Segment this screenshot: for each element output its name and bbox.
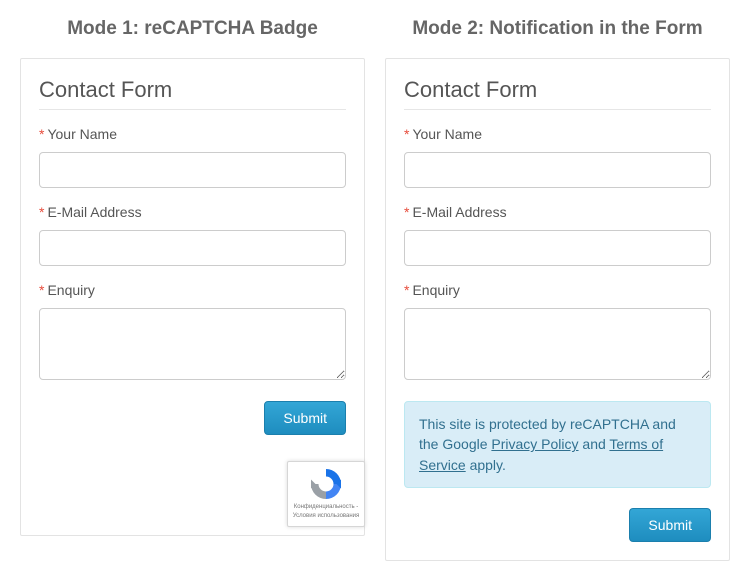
- mode1-enquiry-field: *Enquiry: [39, 282, 346, 385]
- mode1-enquiry-textarea[interactable]: [39, 308, 346, 380]
- mode2-name-field: *Your Name: [404, 126, 711, 188]
- mode1-column: Mode 1: reCAPTCHA Badge Contact Form *Yo…: [20, 0, 365, 561]
- required-mark: *: [404, 282, 409, 298]
- label-text: Your Name: [47, 126, 117, 142]
- mode2-email-field: *E-Mail Address: [404, 204, 711, 266]
- mode2-column: Mode 2: Notification in the Form Contact…: [385, 0, 730, 561]
- mode1-email-label: *E-Mail Address: [39, 204, 346, 220]
- mode2-enquiry-label: *Enquiry: [404, 282, 711, 298]
- recaptcha-notice: This site is protected by reCAPTCHA and …: [404, 401, 711, 488]
- required-mark: *: [39, 126, 44, 142]
- mode1-form-title: Contact Form: [39, 77, 346, 103]
- mode2-submit-button[interactable]: Submit: [629, 508, 711, 542]
- mode1-email-input[interactable]: [39, 230, 346, 266]
- mode1-email-field: *E-Mail Address: [39, 204, 346, 266]
- mode1-enquiry-label: *Enquiry: [39, 282, 346, 298]
- mode1-name-input[interactable]: [39, 152, 346, 188]
- notice-text: apply.: [466, 457, 506, 473]
- required-mark: *: [404, 204, 409, 220]
- mode2-panel: Contact Form *Your Name *E-Mail Address …: [385, 58, 730, 561]
- mode1-title: Mode 1: reCAPTCHA Badge: [20, 18, 365, 40]
- mode1-submit-button[interactable]: Submit: [264, 401, 346, 435]
- required-mark: *: [39, 282, 44, 298]
- mode2-name-label: *Your Name: [404, 126, 711, 142]
- label-text: E-Mail Address: [47, 204, 141, 220]
- badge-text-line2: Условия использования: [288, 513, 364, 520]
- notice-text: and: [579, 436, 610, 452]
- mode1-name-label: *Your Name: [39, 126, 346, 142]
- label-text: Enquiry: [47, 282, 94, 298]
- mode2-email-label: *E-Mail Address: [404, 204, 711, 220]
- label-text: Your Name: [412, 126, 482, 142]
- required-mark: *: [39, 204, 44, 220]
- label-text: E-Mail Address: [412, 204, 506, 220]
- mode2-email-input[interactable]: [404, 230, 711, 266]
- required-mark: *: [404, 126, 409, 142]
- recaptcha-icon: [307, 466, 345, 502]
- mode1-name-field: *Your Name: [39, 126, 346, 188]
- label-text: Enquiry: [412, 282, 459, 298]
- mode2-title: Mode 2: Notification in the Form: [385, 18, 730, 40]
- privacy-policy-link[interactable]: Privacy Policy: [491, 436, 578, 452]
- mode2-enquiry-textarea[interactable]: [404, 308, 711, 380]
- mode1-panel: Contact Form *Your Name *E-Mail Address …: [20, 58, 365, 536]
- divider: [39, 109, 346, 110]
- mode2-enquiry-field: *Enquiry: [404, 282, 711, 385]
- mode2-name-input[interactable]: [404, 152, 711, 188]
- divider: [404, 109, 711, 110]
- badge-text-line1: Конфиденциальность -: [288, 504, 364, 511]
- recaptcha-badge[interactable]: Конфиденциальность - Условия использован…: [287, 461, 365, 527]
- mode2-form-title: Contact Form: [404, 77, 711, 103]
